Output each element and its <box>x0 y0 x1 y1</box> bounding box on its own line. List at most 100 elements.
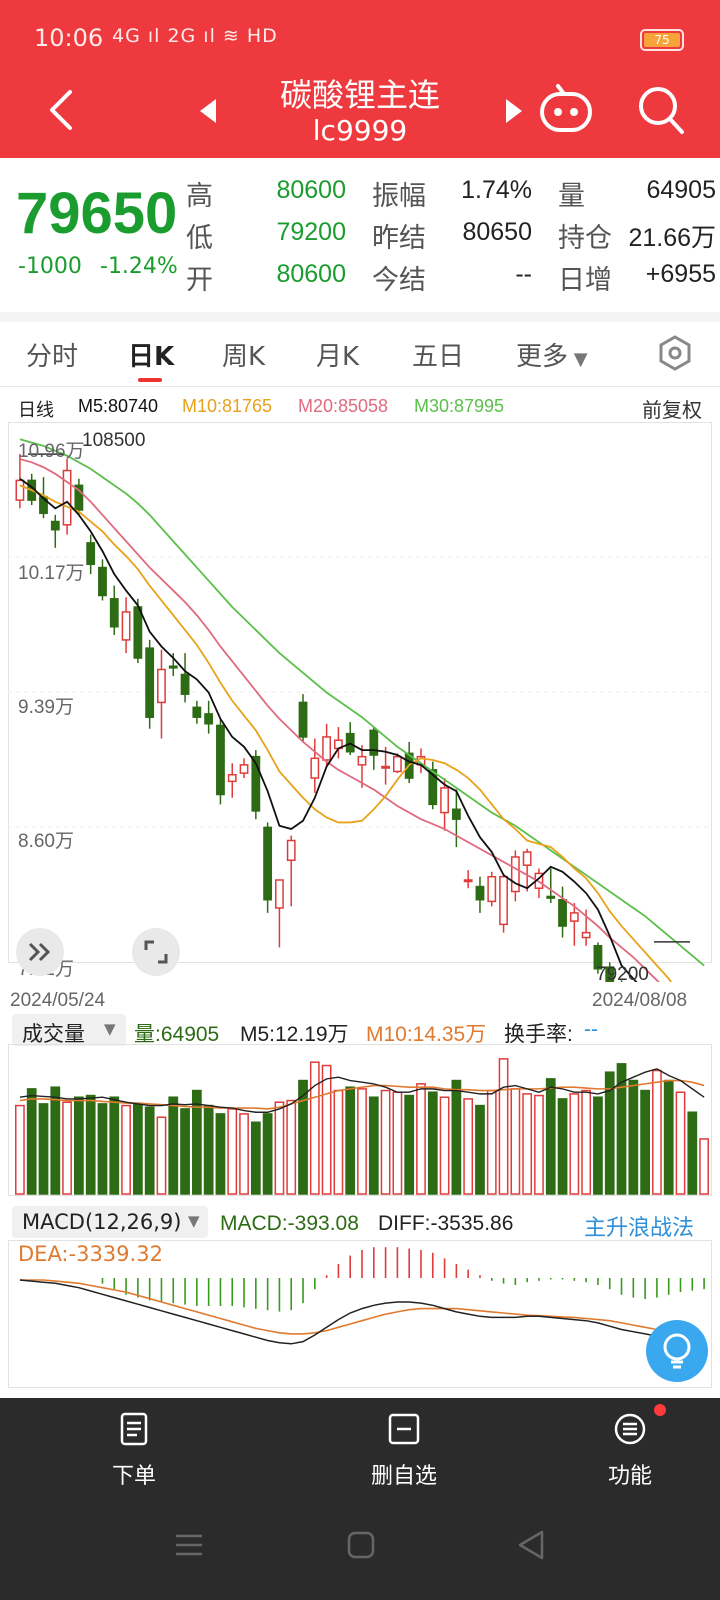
network-indicator: 4G ıl 2G ıl ≋ HD <box>112 25 278 47</box>
volume-bar-down <box>345 1086 356 1195</box>
home-nav-icon[interactable] <box>344 1528 378 1562</box>
macd-value: MACD:-393.08 <box>220 1212 359 1235</box>
candle-up <box>15 479 25 501</box>
volume-bar-down <box>427 1091 438 1195</box>
volume-bar-down <box>203 1104 214 1195</box>
candlestick-chart[interactable] <box>8 422 712 982</box>
turnover-value: -- <box>584 1018 598 1041</box>
back-nav-icon[interactable] <box>514 1528 548 1562</box>
status-time: 10:06 <box>34 24 104 52</box>
open-label: 开 <box>186 265 213 296</box>
volume-bar-up <box>239 1113 249 1195</box>
ma20-value: M20:85058 <box>298 396 389 416</box>
settings-icon[interactable] <box>656 334 694 372</box>
volume-bar-up <box>522 1093 533 1195</box>
volume-bar-down <box>557 1098 568 1195</box>
amplitude-label: 振幅 <box>372 181 426 212</box>
candle-up <box>62 469 72 526</box>
candle-up <box>463 879 473 883</box>
chevron-down-icon: ▼ <box>568 349 588 370</box>
tab-five-day[interactable]: 五日 <box>412 336 464 373</box>
ma20-line <box>19 458 660 982</box>
price-change: -1000 <box>18 254 82 279</box>
document-icon <box>120 1412 148 1446</box>
volume-bar-up <box>321 1064 332 1195</box>
functions-button[interactable]: 功能 <box>560 1412 700 1490</box>
candle-down <box>133 606 143 659</box>
section-divider <box>0 312 720 322</box>
period-low-label: 79200 <box>596 964 649 985</box>
open-interest-value: 21.66万 <box>628 224 716 252</box>
strategy-link[interactable]: 主升浪战法 <box>584 1210 694 1242</box>
tab-more[interactable]: 更多 ▼ <box>516 336 588 373</box>
volume-bar-up <box>380 1089 391 1195</box>
candle-down <box>109 598 119 628</box>
tips-button[interactable] <box>646 1320 708 1382</box>
candle-up <box>286 839 296 862</box>
diff-value: DIFF:-3535.86 <box>378 1212 514 1235</box>
volume-bar-up <box>333 1089 344 1195</box>
prev-contract-icon[interactable] <box>196 96 222 126</box>
order-label: 下单 <box>111 1464 156 1489</box>
volume-bar-down <box>663 1079 674 1195</box>
candle-down <box>145 647 155 718</box>
robot-assistant-icon[interactable] <box>536 80 596 136</box>
tab-weekly-k[interactable]: 周K <box>222 336 265 373</box>
volume-bar-up <box>286 1099 297 1195</box>
macd-frame <box>8 1240 712 1388</box>
order-button[interactable]: 下单 <box>64 1412 204 1490</box>
prev-settle-value: 80650 <box>462 218 532 246</box>
tab-monthly-k[interactable]: 月K <box>316 336 359 373</box>
volume-bar-down <box>85 1094 96 1195</box>
daily-increase-value: +6955 <box>645 260 716 288</box>
minus-box-icon <box>388 1413 420 1445</box>
macd-chart[interactable] <box>8 1240 712 1388</box>
indicator-selector[interactable]: 成交量 ▼ <box>12 1014 126 1046</box>
candle-down <box>475 885 485 901</box>
volume-bar-down <box>451 1079 462 1195</box>
volume-bar-down <box>74 1096 84 1195</box>
y-tick-label: 9.39万 <box>18 697 74 718</box>
candle-down <box>192 706 202 718</box>
volume-bar-down <box>593 1096 603 1195</box>
battery-level: 75 <box>644 33 680 47</box>
fullscreen-icon[interactable] <box>132 928 180 976</box>
y-tick-label: 8.60万 <box>18 831 74 852</box>
price-adjust-toggle[interactable]: 前复权 <box>642 394 702 423</box>
candle-up <box>487 875 497 903</box>
volume-bar-up <box>392 1091 403 1195</box>
candle-down <box>98 566 107 597</box>
macd-selector[interactable]: MACD(12,26,9) ▼ <box>12 1206 208 1238</box>
volume-bar-down <box>368 1096 379 1195</box>
volume-chart[interactable] <box>8 1044 712 1196</box>
today-settle-label: 今结 <box>372 265 426 296</box>
wifi-icon: ≋ <box>222 25 247 47</box>
chevron-down-icon: ▼ <box>104 1020 116 1038</box>
volume-bar-down <box>144 1106 155 1195</box>
next-contract-icon[interactable] <box>500 96 526 126</box>
volume-bar-up <box>274 1101 285 1195</box>
menu-nav-icon[interactable] <box>172 1528 206 1562</box>
candle-down <box>216 724 225 796</box>
expand-icon[interactable] <box>16 928 64 976</box>
volume-bar-down <box>26 1088 37 1195</box>
volume-value: 64905 <box>646 176 716 204</box>
period-high-label: 108500 <box>82 430 146 451</box>
back-arrow-icon[interactable] <box>42 86 82 134</box>
battery-icon: 75 <box>640 29 684 51</box>
functions-label: 功能 <box>607 1464 652 1489</box>
volume-bar-up <box>510 1088 521 1195</box>
page-title: 碳酸锂主连 <box>279 76 440 114</box>
tab-daily-k[interactable]: 日K <box>128 336 174 373</box>
volume-bar-up <box>675 1091 686 1195</box>
search-icon[interactable] <box>636 84 686 136</box>
candle-up <box>499 875 508 926</box>
volume-bar-up <box>156 1116 167 1195</box>
volume-bar-up <box>498 1058 509 1195</box>
ma30-line <box>19 438 705 967</box>
volume-label: 量 <box>558 181 585 212</box>
volume-bar-down <box>97 1103 108 1195</box>
remove-watchlist-button[interactable]: 删自选 <box>334 1412 474 1490</box>
tab-intraday[interactable]: 分时 <box>26 336 78 373</box>
volume-bar-up <box>62 1101 72 1195</box>
